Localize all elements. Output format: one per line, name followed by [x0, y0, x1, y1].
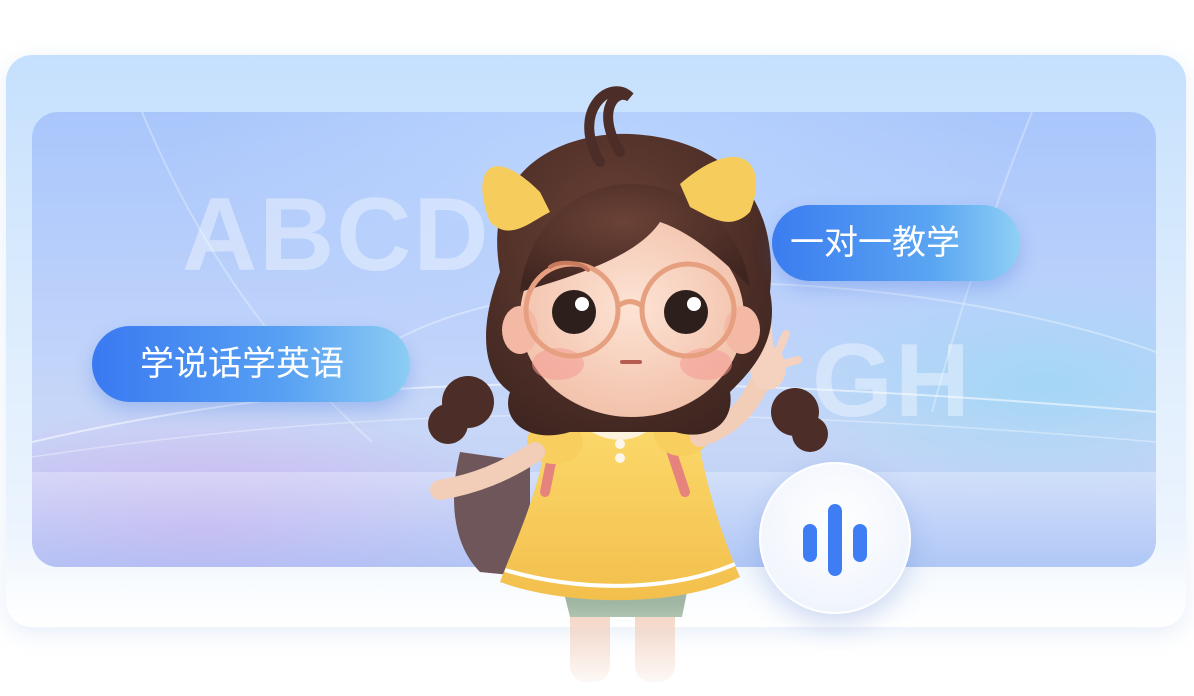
voice-wave-icon: [803, 504, 867, 576]
voice-input-button[interactable]: [759, 462, 911, 614]
one-on-one-teaching-tag: 一对一教学: [772, 205, 1020, 281]
learn-speaking-english-tag: 学说话学英语: [92, 326, 410, 402]
